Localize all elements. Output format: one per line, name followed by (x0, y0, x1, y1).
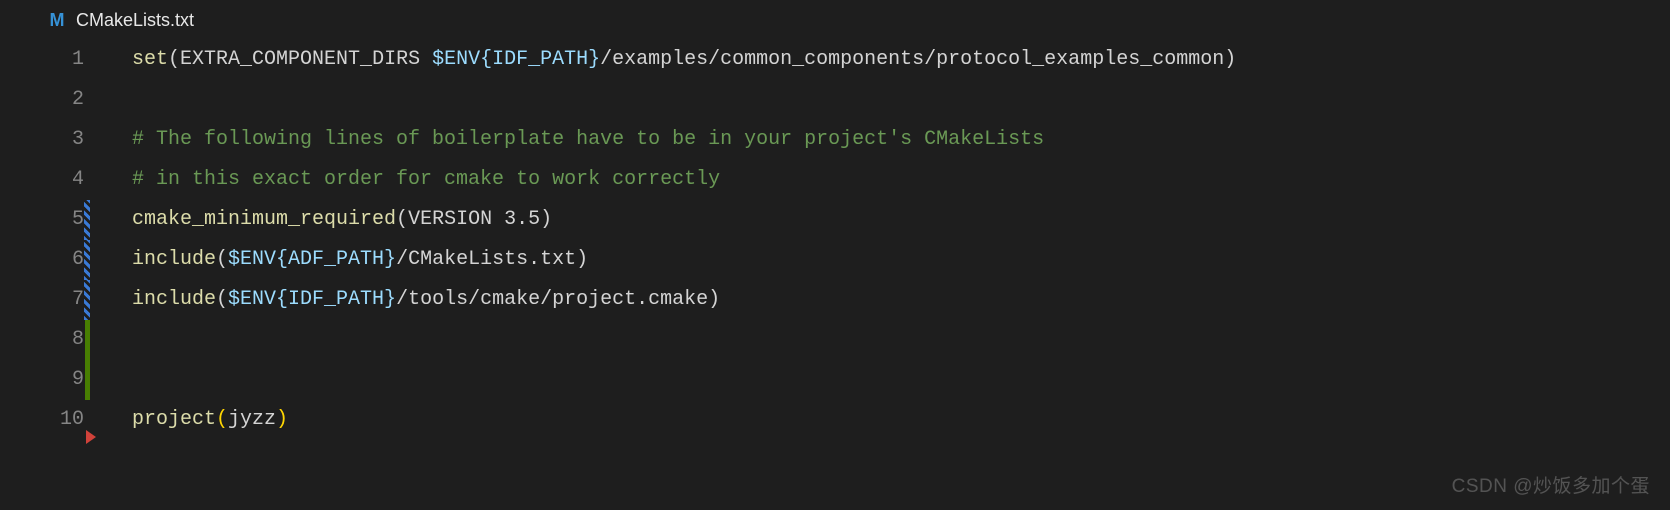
line-number-gutter[interactable]: 12345678910 (0, 40, 92, 440)
code-line[interactable]: cmake_minimum_required(VERSION 3.5) (132, 200, 1670, 240)
code-token: ) (576, 248, 588, 271)
code-token: ) (276, 408, 288, 431)
code-token: include (132, 248, 216, 271)
code-line[interactable]: include($ENV{ADF_PATH}/CMakeLists.txt) (132, 240, 1670, 280)
line-number: 3 (0, 120, 92, 160)
line-number: 8 (0, 320, 92, 360)
line-number: 10 (0, 400, 92, 440)
code-line[interactable] (132, 360, 1670, 400)
cmake-file-icon: M (48, 11, 66, 29)
code-line[interactable]: # in this exact order for cmake to work … (132, 160, 1670, 200)
code-token: ( (396, 208, 408, 231)
line-number: 9 (0, 360, 92, 400)
diff-marker (85, 320, 90, 360)
code-token: include (132, 288, 216, 311)
code-token: $ENV{IDF_PATH} (228, 288, 396, 311)
code-content[interactable]: set(EXTRA_COMPONENT_DIRS $ENV{IDF_PATH}/… (92, 40, 1670, 440)
code-token: $ENV{IDF_PATH} (432, 48, 600, 71)
line-number: 5 (0, 200, 92, 240)
code-area: 12345678910 set(EXTRA_COMPONENT_DIRS $EN… (0, 40, 1670, 440)
code-line[interactable] (132, 80, 1670, 120)
diff-marker (84, 280, 90, 320)
code-token: jyzz (228, 408, 276, 431)
code-line[interactable]: include($ENV{IDF_PATH}/tools/cmake/proje… (132, 280, 1670, 320)
code-token: VERSION 3.5 (408, 208, 540, 231)
code-token: ) (540, 208, 552, 231)
code-token: cmake_minimum_required (132, 208, 396, 231)
code-line[interactable]: set(EXTRA_COMPONENT_DIRS $ENV{IDF_PATH}/… (132, 40, 1670, 80)
line-number: 1 (0, 40, 92, 80)
code-token: /tools/cmake/project.cmake (396, 288, 708, 311)
code-token: set (132, 48, 168, 71)
code-line[interactable]: project(jyzz) (132, 400, 1670, 440)
code-token: ( (216, 288, 228, 311)
code-token: ) (1224, 48, 1236, 71)
code-token: project (132, 408, 216, 431)
watermark: CSDN @炒饭多加个蛋 (1452, 471, 1650, 498)
code-token: EXTRA_COMPONENT_DIRS (180, 48, 432, 71)
tab-filename: CMakeLists.txt (76, 10, 194, 31)
line-number: 7 (0, 280, 92, 320)
code-line[interactable] (132, 320, 1670, 360)
breakpoint-triangle-icon[interactable] (86, 430, 96, 444)
code-token: ( (168, 48, 180, 71)
code-token: /examples/common_components/protocol_exa… (600, 48, 1224, 71)
code-token: # in this exact order for cmake to work … (132, 168, 720, 191)
line-number: 2 (0, 80, 92, 120)
code-token: ( (216, 248, 228, 271)
diff-marker (85, 360, 90, 400)
diff-marker (84, 240, 90, 280)
code-token: ) (708, 288, 720, 311)
line-number: 6 (0, 240, 92, 280)
code-token: $ENV{ADF_PATH} (228, 248, 396, 271)
line-number: 4 (0, 160, 92, 200)
editor-tab[interactable]: M CMakeLists.txt (32, 0, 210, 40)
diff-marker (84, 200, 90, 240)
tab-row: M CMakeLists.txt (0, 0, 1670, 40)
code-line[interactable]: # The following lines of boilerplate hav… (132, 120, 1670, 160)
code-token: # The following lines of boilerplate hav… (132, 128, 1044, 151)
code-token: /CMakeLists.txt (396, 248, 576, 271)
code-token: ( (216, 408, 228, 431)
editor-area: M CMakeLists.txt 12345678910 set(EXTRA_C… (0, 0, 1670, 510)
